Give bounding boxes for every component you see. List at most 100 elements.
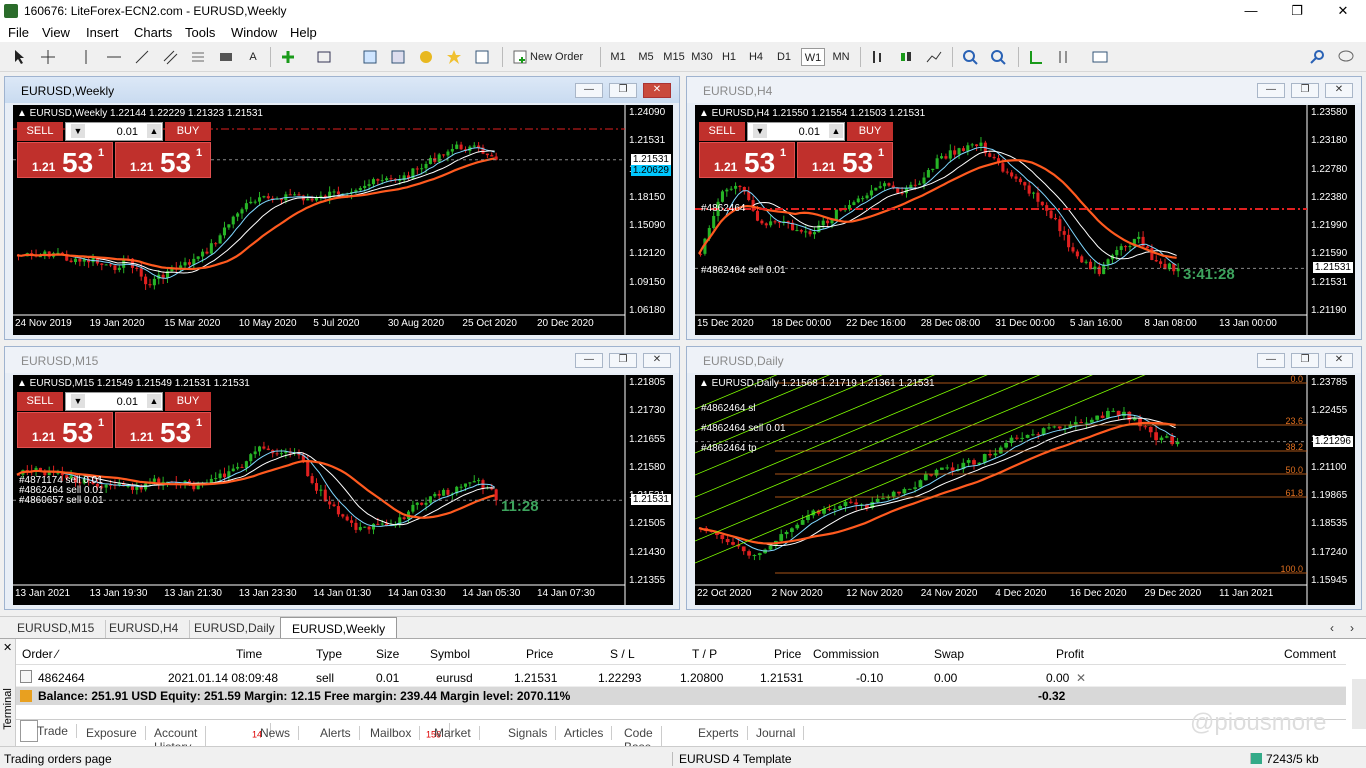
tf-m15[interactable]: M15 [662, 48, 686, 66]
column-header[interactable]: T / P [692, 647, 717, 661]
new-order-icon[interactable] [512, 49, 528, 65]
chart-close-button[interactable]: ✕ [1325, 353, 1353, 368]
lot-increase-icon[interactable]: ▲ [829, 124, 843, 138]
column-header[interactable]: Order ∕ [22, 647, 58, 661]
zoom-in-icon[interactable] [962, 49, 978, 65]
column-header[interactable]: Symbol [430, 647, 470, 661]
sell-button[interactable]: SELL [699, 122, 745, 141]
lot-decrease-icon[interactable]: ▼ [71, 124, 85, 138]
tf-m1[interactable]: M1 [608, 48, 628, 66]
menu-charts[interactable]: Charts [134, 25, 172, 40]
chart-window-h4[interactable]: EURUSD,H4 — ❐ ✕ 1.23580 1.23180 1.22780 1.2… [686, 76, 1362, 340]
bar-chart-icon[interactable] [870, 49, 886, 65]
text-icon[interactable]: A [246, 48, 260, 66]
line-chart-icon[interactable] [926, 49, 942, 65]
vertical-line-icon[interactable] [78, 49, 94, 65]
chart-minimize-button[interactable]: — [575, 83, 603, 98]
chart-tab[interactable]: EURUSD,H4 [98, 620, 191, 638]
tab-scroll-left-icon[interactable]: ‹ [1326, 620, 1338, 638]
chart-restore-button[interactable]: ❐ [1291, 83, 1319, 98]
indicators-icon[interactable] [1092, 49, 1108, 65]
tf-h4[interactable]: H4 [747, 48, 765, 66]
tab-news[interactable]: News 14 [244, 723, 300, 740]
lot-increase-icon[interactable]: ▲ [147, 394, 161, 408]
lot-increase-icon[interactable]: ▲ [147, 124, 161, 138]
navigator-icon[interactable] [418, 49, 434, 65]
sell-button[interactable]: SELL [17, 392, 63, 411]
chart-minimize-button[interactable]: — [575, 353, 603, 368]
chart-window-weekly[interactable]: EURUSD,Weekly — ❐ ✕ 1.24090 1.21 53 1 1.2062… [4, 76, 680, 340]
tab-trade[interactable]: Trade [20, 720, 77, 742]
menu-file[interactable]: File [8, 25, 29, 40]
tab-scroll-right-icon[interactable]: › [1346, 620, 1358, 638]
buy-button[interactable]: BUY [165, 392, 211, 411]
column-header[interactable]: Time [236, 647, 262, 661]
chart-minimize-button[interactable]: — [1257, 83, 1285, 98]
crosshair-icon[interactable] [40, 49, 56, 65]
zoom-out-icon[interactable] [990, 49, 1006, 65]
search-icon[interactable] [1310, 49, 1326, 65]
buy-button[interactable]: BUY [165, 122, 211, 141]
chart-tab-active[interactable]: EURUSD,Weekly [280, 617, 398, 638]
cursor-icon[interactable] [12, 49, 28, 65]
tf-m30[interactable]: M30 [690, 48, 714, 66]
order-sl[interactable]: 1.22293 [598, 671, 641, 685]
sell-price[interactable]: 1.21 53 1 [699, 142, 795, 178]
column-header[interactable]: Price [526, 647, 553, 661]
sell-price[interactable]: 1.21 53 1 [17, 412, 113, 448]
menu-insert[interactable]: Insert [86, 25, 119, 40]
chart-restore-button[interactable]: ❐ [609, 353, 637, 368]
chart-tab[interactable]: EURUSD,M15 [6, 620, 107, 638]
price-chart[interactable]: 1.218051.217301.216551.215801.215311.215… [13, 375, 673, 605]
column-header[interactable]: Commission [813, 647, 879, 661]
menu-tools[interactable]: Tools [185, 25, 215, 40]
chart-tab[interactable]: EURUSD,Daily [183, 620, 287, 638]
new-chart-icon[interactable] [280, 49, 296, 65]
column-header[interactable]: Comment [1284, 647, 1336, 661]
tf-mn[interactable]: MN [830, 48, 852, 66]
vertical-scrollbar[interactable] [1352, 679, 1366, 729]
order-line-label[interactable]: #4862464 tp [701, 443, 757, 454]
column-header[interactable]: Type [316, 647, 342, 661]
profiles-icon[interactable] [316, 49, 332, 65]
tf-m5[interactable]: M5 [636, 48, 656, 66]
terminal-icon[interactable] [474, 49, 490, 65]
order-line-label[interactable]: #4860657 sell 0.01 [19, 495, 104, 506]
sell-price[interactable]: 1.21 53 1 [17, 142, 113, 178]
favorites-icon[interactable] [446, 49, 462, 65]
chart-minimize-button[interactable]: — [1257, 353, 1285, 368]
buy-button[interactable]: BUY [847, 122, 893, 141]
order-line-label[interactable]: #4862464 sell 0.01 [701, 265, 786, 276]
price-chart[interactable]: 1.24090 1.21 53 1 1.20629 1.18150 1.15090 1.121… [13, 105, 673, 335]
buy-price[interactable]: 1.21 53 1 [797, 142, 893, 178]
autoscroll-icon[interactable] [1028, 49, 1044, 65]
maximize-button[interactable]: ❐ [1274, 0, 1320, 22]
channel-icon[interactable] [162, 49, 178, 65]
order-tp[interactable]: 1.20800 [680, 671, 723, 685]
data-window-icon[interactable] [390, 49, 406, 65]
sell-button[interactable]: SELL [17, 122, 63, 141]
tab-market[interactable]: Market 156 [418, 723, 480, 740]
chart-shift-icon[interactable] [1056, 49, 1072, 65]
close-button[interactable]: ✕ [1320, 0, 1366, 22]
menu-view[interactable]: View [42, 25, 70, 40]
price-chart[interactable]: 0.0 23.6 38.2 50.0 61.8 100.0 1.23785 1.22455 1.… [695, 375, 1355, 605]
tf-w1[interactable]: W1 [801, 48, 825, 66]
order-line-label[interactable]: #4862464 sl [701, 403, 756, 414]
buy-price[interactable]: 1.21 53 1 [115, 142, 211, 178]
chart-close-button[interactable]: ✕ [643, 353, 671, 368]
terminal-close-icon[interactable]: ✕ [3, 641, 12, 654]
new-order-button[interactable]: New Order [530, 48, 583, 66]
column-header[interactable]: S / L [610, 647, 635, 661]
chart-restore-button[interactable]: ❐ [1291, 353, 1319, 368]
chart-close-button[interactable]: ✕ [1325, 83, 1353, 98]
column-header[interactable]: Price [774, 647, 801, 661]
price-chart[interactable]: 1.23580 1.23180 1.22780 1.22380 1.21990 1.215… [695, 105, 1355, 335]
tf-d1[interactable]: D1 [775, 48, 793, 66]
horizontal-line-icon[interactable] [106, 49, 122, 65]
trendline-icon[interactable] [134, 49, 150, 65]
fibonacci-icon[interactable] [190, 49, 206, 65]
market-watch-icon[interactable] [362, 49, 378, 65]
chart-window-m15[interactable]: EURUSD,M15 — ❐ ✕ 1.21805 1.21730 1.21655 1.… [4, 346, 680, 610]
menu-help[interactable]: Help [290, 25, 317, 40]
